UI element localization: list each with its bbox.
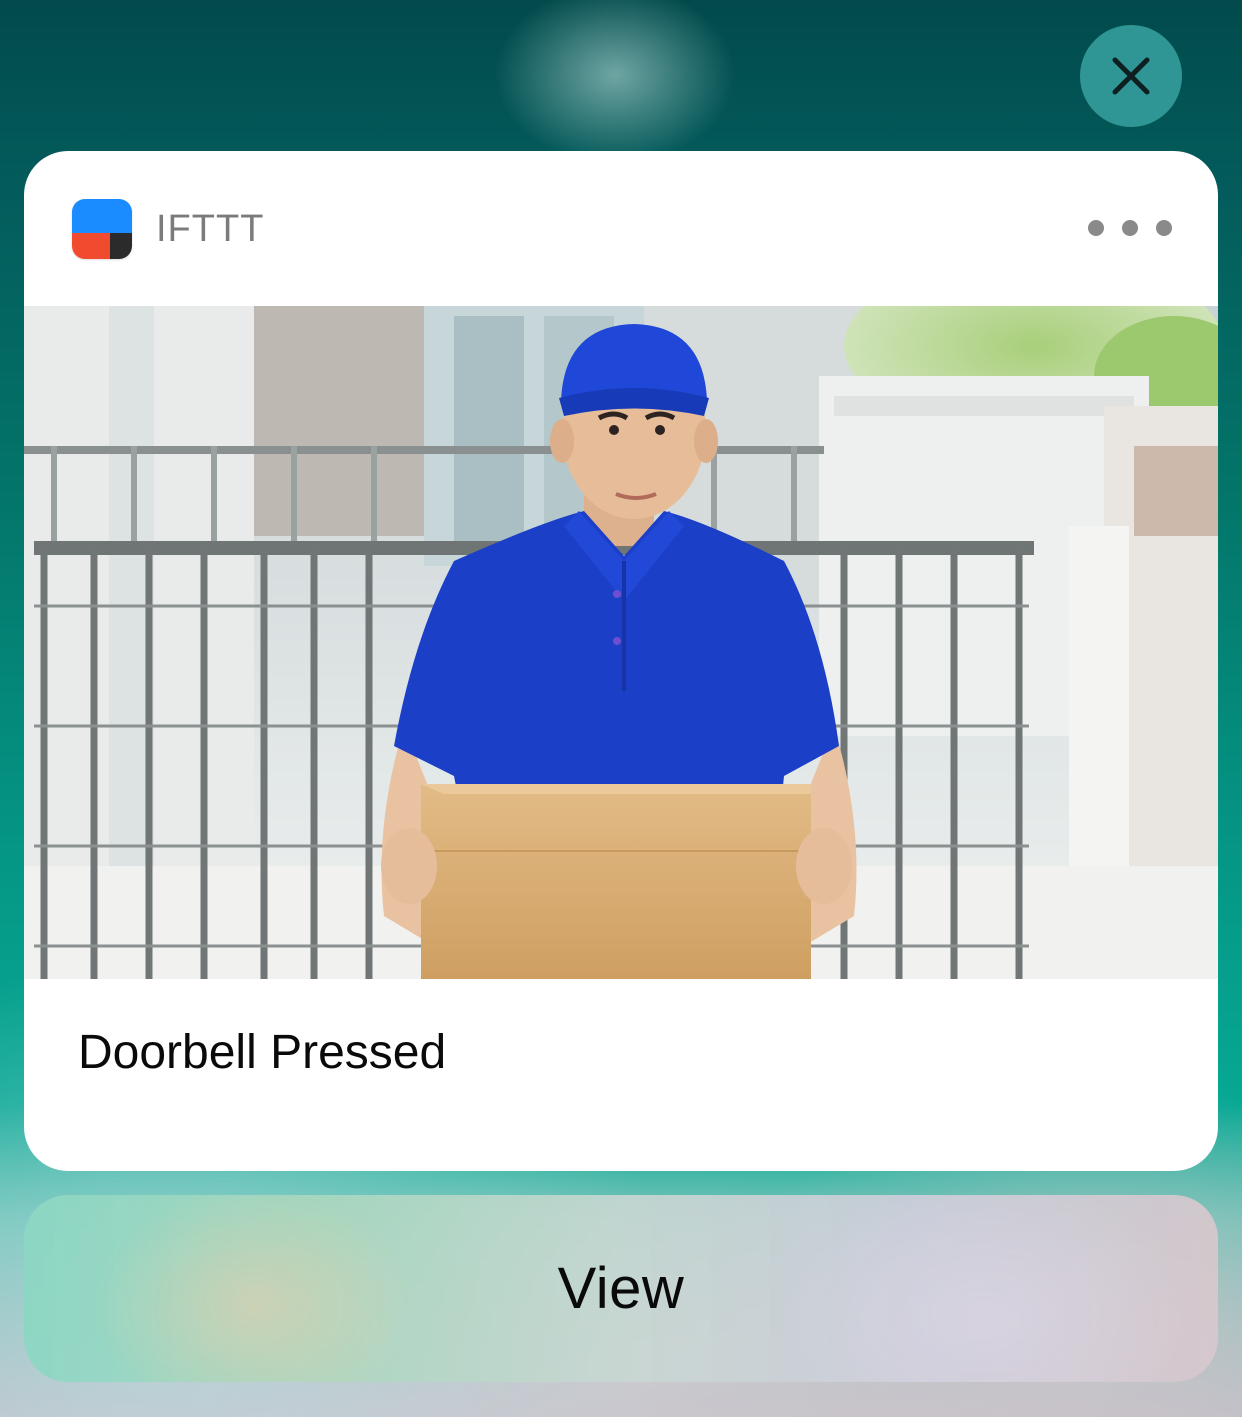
close-icon (1112, 57, 1150, 95)
view-button[interactable]: View (24, 1195, 1218, 1382)
more-options-button[interactable] (1088, 209, 1172, 247)
notification-card[interactable]: IFTTT Doorbell Pressed (24, 151, 1218, 1171)
view-button-label: View (557, 1256, 685, 1321)
notification-message: Doorbell Pressed (78, 1026, 447, 1079)
close-button[interactable] (1080, 25, 1182, 127)
notification-header: IFTTT (24, 151, 1218, 306)
notification-image (24, 306, 1218, 979)
ifttt-app-icon (72, 199, 132, 259)
app-name: IFTTT (156, 208, 265, 250)
ellipsis-icon (1088, 220, 1104, 236)
